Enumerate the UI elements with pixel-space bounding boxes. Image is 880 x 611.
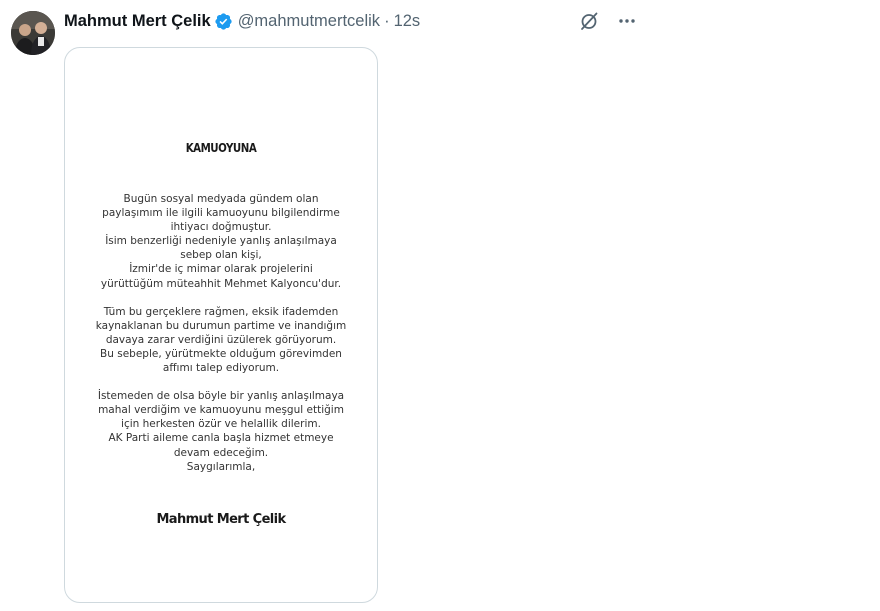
grok-icon[interactable] xyxy=(578,10,600,32)
statement-signature: Mahmut Mert Çelik xyxy=(156,512,286,527)
tweet: Mahmut Mert Çelik @mahmutmertcelik · 12s xyxy=(0,0,880,611)
statement-line: İzmir'de iç mimar olarak projelerini xyxy=(129,263,313,276)
timestamp[interactable]: 12s xyxy=(394,12,421,31)
statement-line: yürüttüğüm müteahhit Mehmet Kalyoncu'dur… xyxy=(100,277,342,290)
separator-dot: · xyxy=(384,11,390,30)
statement-line: paylaşımım ile ilgili kamuoyunu bilgilen… xyxy=(102,207,340,220)
avatar[interactable] xyxy=(11,11,55,55)
media-image[interactable]: KAMUOYUNA Bugün sosyal medyada gündem ol… xyxy=(64,47,378,603)
statement-body: Bugün sosyal medyada gündem olan paylaşı… xyxy=(65,192,377,488)
statement-line: Bu sebeple, yürütmekte olduğum görevimde… xyxy=(100,347,342,360)
statement-line: mahal verdiğim ve kamuoyunu meşgul ettiğ… xyxy=(98,404,344,417)
statement-paragraph: İstemeden de olsa böyle bir yanlış anlaş… xyxy=(65,389,377,474)
profile-photo xyxy=(11,11,55,55)
verified-badge-icon[interactable] xyxy=(214,12,233,31)
tweet-header: Mahmut Mert Çelik @mahmutmertcelik · 12s xyxy=(64,10,420,32)
statement-line: kaynaklanan bu durumun partime ve inandı… xyxy=(95,319,347,332)
statement-line: davaya zarar verdiğini üzülerek görüyoru… xyxy=(105,333,337,346)
statement-line: devam edeceğim. xyxy=(173,446,269,459)
statement-line: için herkesten özür ve helallik dilerim. xyxy=(121,418,321,431)
display-name[interactable]: Mahmut Mert Çelik xyxy=(64,12,211,31)
statement-line: affımı talep ediyorum. xyxy=(162,362,280,375)
statement-line: sebep olan kişi, xyxy=(180,249,262,262)
statement-title: KAMUOYUNA xyxy=(185,140,257,155)
statement-line: Saygılarımla, xyxy=(186,460,256,473)
statement-line: İsim benzerliği nedeniyle yanlış anlaşıl… xyxy=(105,235,337,248)
statement-line: Tüm bu gerçeklere rağmen, eksik ifademde… xyxy=(103,305,339,318)
handle[interactable]: @mahmutmertcelik xyxy=(238,12,380,31)
statement-paragraph: Bugün sosyal medyada gündem olan paylaşı… xyxy=(65,192,377,291)
statement-line: ihtiyacı doğmuştur. xyxy=(170,221,272,234)
statement-paragraph: Tüm bu gerçeklere rağmen, eksik ifademde… xyxy=(65,305,377,375)
statement-line: AK Parti aileme canla başla hizmet etmey… xyxy=(108,432,334,445)
statement-line: Bugün sosyal medyada gündem olan xyxy=(123,193,319,205)
header-actions xyxy=(578,10,638,32)
more-icon[interactable] xyxy=(616,10,638,32)
statement-line: İstemeden de olsa böyle bir yanlış anlaş… xyxy=(97,390,345,403)
